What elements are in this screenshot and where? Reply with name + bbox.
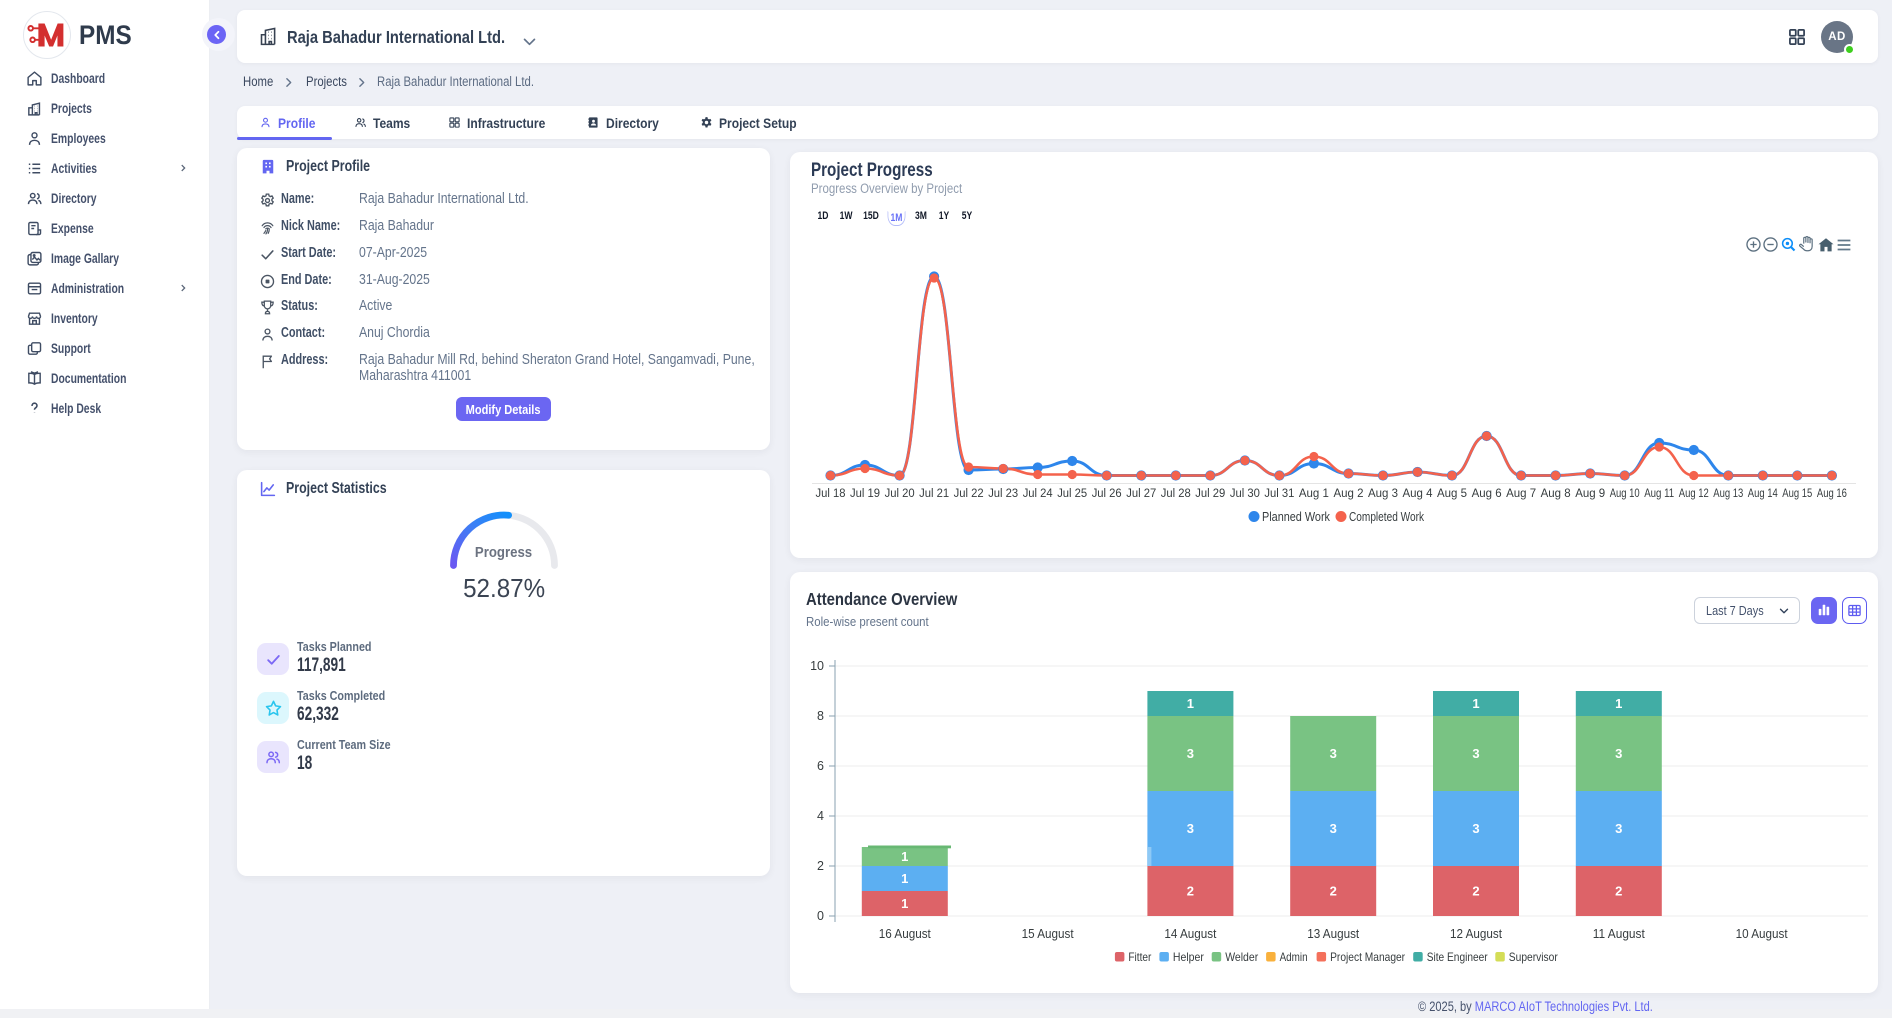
svg-text:1: 1	[1187, 696, 1194, 711]
svg-text:Aug 6: Aug 6	[1472, 488, 1502, 500]
svg-text:Planned Work: Planned Work	[1262, 510, 1331, 524]
svg-text:16 August: 16 August	[879, 927, 931, 941]
svg-text:15 August: 15 August	[1022, 927, 1074, 941]
svg-text:Aug 2: Aug 2	[1334, 488, 1364, 500]
svg-text:2: 2	[1615, 884, 1622, 899]
svg-text:Helper: Helper	[1173, 950, 1204, 964]
svg-text:Jul 21: Jul 21	[919, 488, 949, 500]
svg-text:10: 10	[810, 659, 824, 673]
svg-text:1: 1	[901, 849, 908, 864]
svg-text:Jul 19: Jul 19	[850, 488, 880, 500]
svg-text:8: 8	[817, 709, 824, 723]
svg-text:Jul 25: Jul 25	[1057, 488, 1087, 500]
svg-text:Jul 29: Jul 29	[1195, 488, 1225, 500]
svg-text:Aug 15: Aug 15	[1782, 488, 1812, 500]
svg-text:Aug 11: Aug 11	[1644, 488, 1674, 500]
svg-text:Jul 24: Jul 24	[1023, 488, 1054, 500]
svg-text:Supervisor: Supervisor	[1509, 950, 1558, 964]
svg-text:Fitter: Fitter	[1128, 950, 1151, 964]
svg-text:6: 6	[817, 759, 824, 773]
svg-text:Completed Work: Completed Work	[1349, 510, 1425, 524]
svg-text:Aug 10: Aug 10	[1610, 488, 1640, 500]
svg-text:1: 1	[901, 871, 908, 886]
svg-text:Admin: Admin	[1280, 950, 1308, 964]
svg-text:0: 0	[817, 909, 824, 923]
svg-text:Aug 8: Aug 8	[1541, 488, 1571, 500]
svg-text:Jul 27: Jul 27	[1126, 488, 1156, 500]
svg-text:Aug 9: Aug 9	[1575, 488, 1605, 500]
svg-text:3: 3	[1187, 746, 1194, 761]
svg-text:11 August: 11 August	[1593, 927, 1645, 941]
svg-text:3: 3	[1472, 821, 1479, 836]
svg-text:12 August: 12 August	[1450, 927, 1502, 941]
svg-text:Jul 18: Jul 18	[816, 488, 846, 500]
svg-text:1: 1	[1472, 696, 1479, 711]
svg-text:1: 1	[901, 896, 908, 911]
svg-text:3: 3	[1615, 821, 1622, 836]
svg-text:Site Engineer: Site Engineer	[1427, 950, 1488, 964]
svg-text:3: 3	[1187, 821, 1194, 836]
svg-text:3: 3	[1330, 746, 1337, 761]
svg-text:2: 2	[817, 859, 824, 873]
svg-text:Aug 1: Aug 1	[1299, 488, 1329, 500]
svg-text:Aug 7: Aug 7	[1506, 488, 1536, 500]
svg-text:10 August: 10 August	[1736, 927, 1788, 941]
svg-text:Jul 23: Jul 23	[988, 488, 1018, 500]
svg-text:4: 4	[817, 809, 824, 823]
svg-text:2: 2	[1330, 884, 1337, 899]
svg-text:Welder: Welder	[1225, 950, 1258, 964]
svg-text:Aug 4: Aug 4	[1403, 488, 1434, 500]
svg-text:Aug 5: Aug 5	[1437, 488, 1467, 500]
svg-text:Jul 30: Jul 30	[1230, 488, 1260, 500]
svg-text:Jul 28: Jul 28	[1161, 488, 1191, 500]
svg-text:2: 2	[1472, 884, 1479, 899]
svg-text:14 August: 14 August	[1164, 927, 1216, 941]
svg-text:Jul 26: Jul 26	[1092, 488, 1122, 500]
svg-text:2: 2	[1187, 884, 1194, 899]
svg-text:Aug 14: Aug 14	[1748, 488, 1778, 500]
svg-text:13 August: 13 August	[1307, 927, 1359, 941]
svg-text:Project Manager: Project Manager	[1330, 950, 1405, 964]
svg-text:Aug 12: Aug 12	[1679, 488, 1709, 500]
svg-text:3: 3	[1615, 746, 1622, 761]
svg-text:Aug 3: Aug 3	[1368, 488, 1398, 500]
svg-text:1: 1	[1615, 696, 1622, 711]
svg-text:3: 3	[1472, 746, 1479, 761]
svg-text:Jul 22: Jul 22	[954, 488, 984, 500]
svg-text:Aug 16: Aug 16	[1817, 488, 1847, 500]
svg-text:Jul 31: Jul 31	[1264, 488, 1294, 500]
svg-text:3: 3	[1330, 821, 1337, 836]
svg-text:Jul 20: Jul 20	[885, 488, 915, 500]
svg-text:Aug 13: Aug 13	[1713, 488, 1743, 500]
